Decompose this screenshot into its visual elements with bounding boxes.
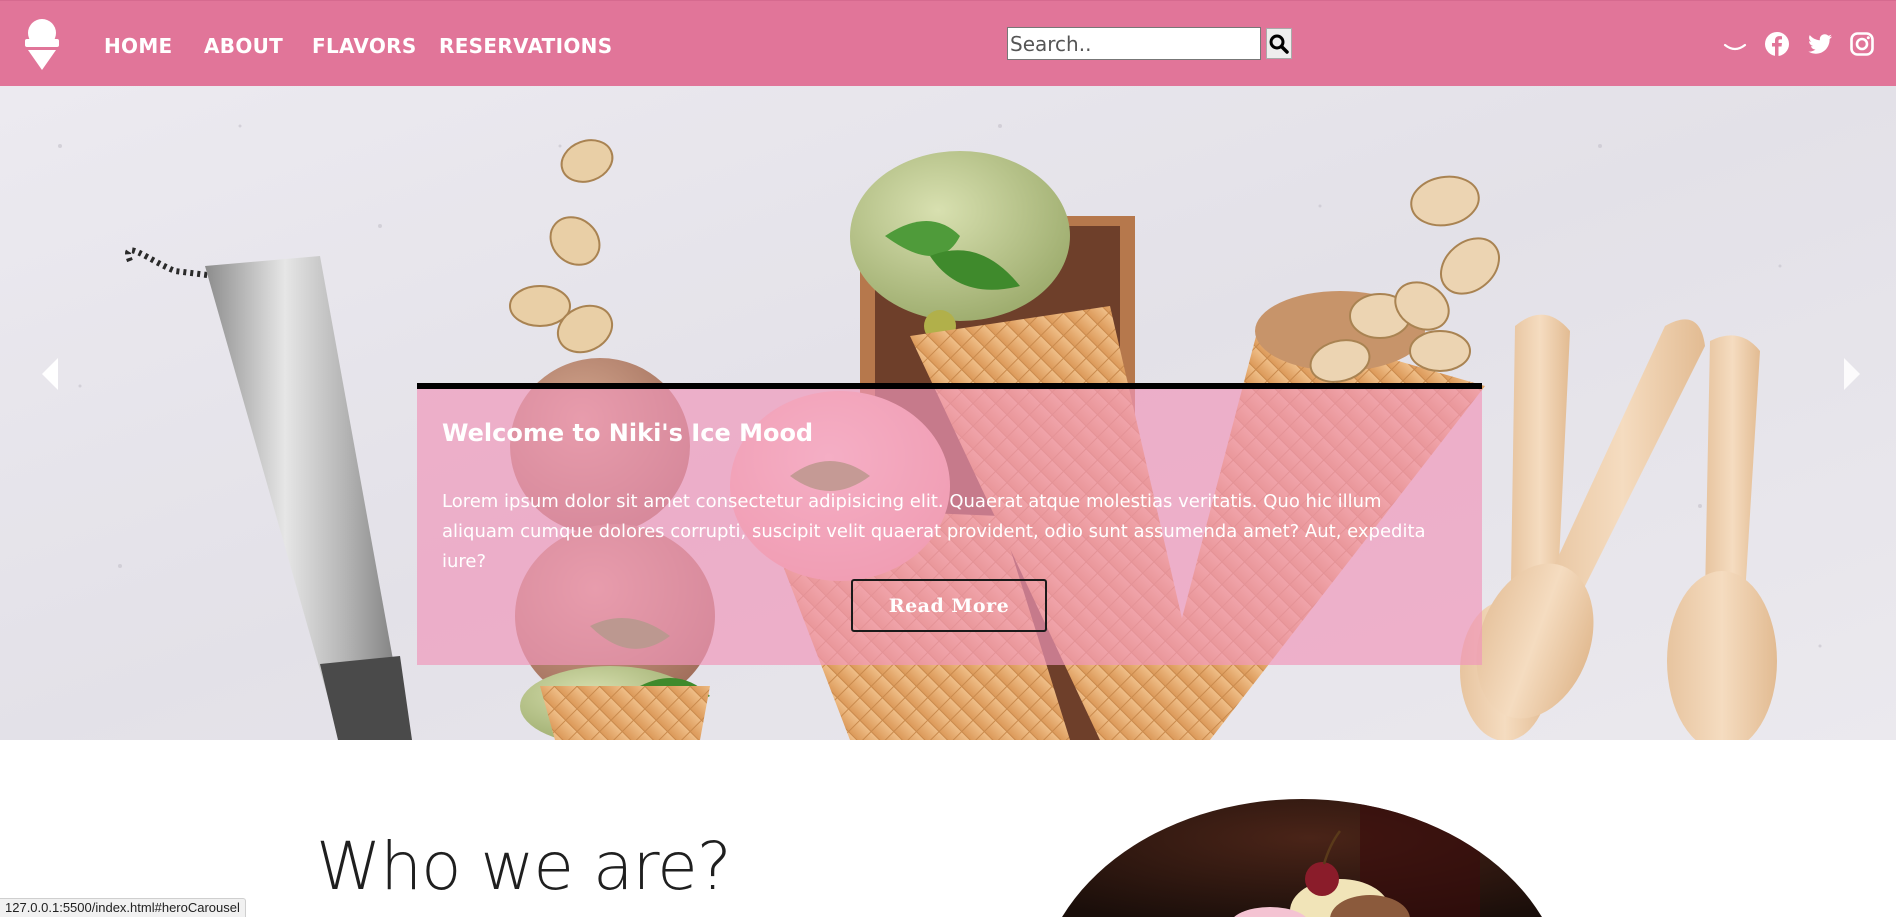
about-image	[1040, 799, 1567, 917]
about-heading: Who we are?	[316, 828, 732, 905]
moon-icon[interactable]	[1722, 31, 1748, 57]
hero-caption: Welcome to Niki's Ice Mood Lorem ipsum d…	[417, 383, 1482, 665]
hero-carousel: Welcome to Niki's Ice Mood Lorem ipsum d…	[0, 86, 1896, 740]
nav-reservations-link[interactable]: RESERVATIONS	[439, 34, 612, 58]
carousel-prev-icon[interactable]	[36, 354, 64, 394]
nav-home-link[interactable]: HOME	[104, 34, 173, 58]
carousel-next-icon[interactable]	[1838, 354, 1866, 394]
navbar: HOME ABOUT FLAVORS RESERVATIONS	[0, 0, 1896, 86]
search-icon	[1269, 34, 1289, 54]
search-input[interactable]	[1007, 27, 1261, 60]
nav-about-link[interactable]: ABOUT	[204, 34, 283, 58]
hero-title: Welcome to Niki's Ice Mood	[442, 419, 814, 447]
read-more-button[interactable]: Read More	[851, 579, 1047, 632]
ice-cream-logo-icon[interactable]	[22, 17, 62, 71]
instagram-icon[interactable]	[1849, 31, 1875, 57]
hero-text: Lorem ipsum dolor sit amet consectetur a…	[442, 491, 1426, 572]
search-button[interactable]	[1266, 28, 1292, 59]
nav-flavors-link[interactable]: FLAVORS	[312, 34, 417, 58]
twitter-icon[interactable]	[1807, 31, 1833, 57]
facebook-icon[interactable]	[1764, 31, 1790, 57]
browser-status-url: 127.0.0.1:5500/index.html#heroCarousel	[0, 898, 246, 917]
